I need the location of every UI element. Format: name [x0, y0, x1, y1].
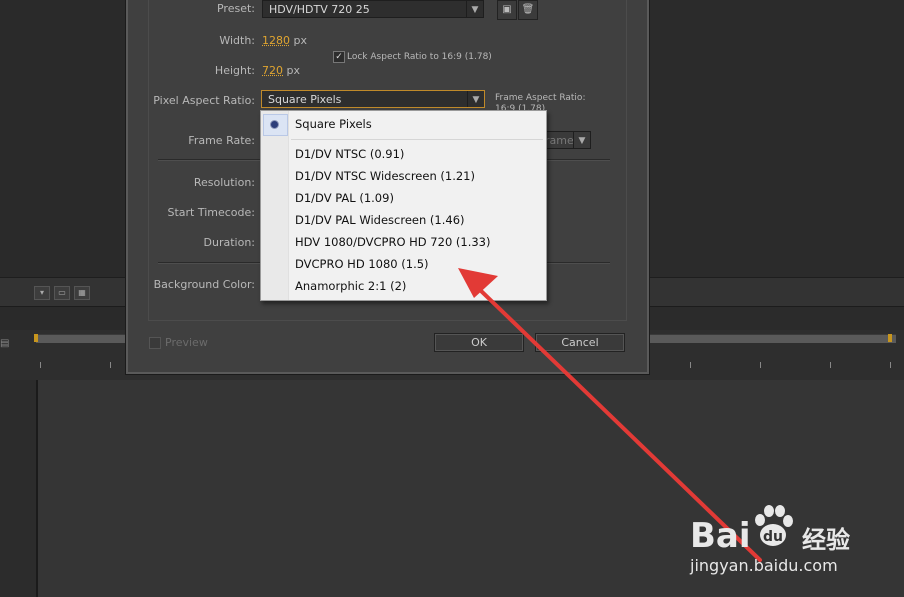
svg-text:du: du	[763, 529, 783, 545]
watermark-brand-right: 经验	[802, 526, 850, 554]
watermark-brand-left: Bai	[690, 516, 751, 556]
baidu-watermark: Bai du 经验 jingyan.baidu.com	[690, 498, 870, 588]
watermark-url: jingyan.baidu.com	[690, 556, 838, 575]
watermark-bai-text: Bai	[690, 516, 751, 556]
baidu-paw-icon: du	[755, 505, 793, 546]
annotation-arrow-head	[458, 268, 498, 298]
